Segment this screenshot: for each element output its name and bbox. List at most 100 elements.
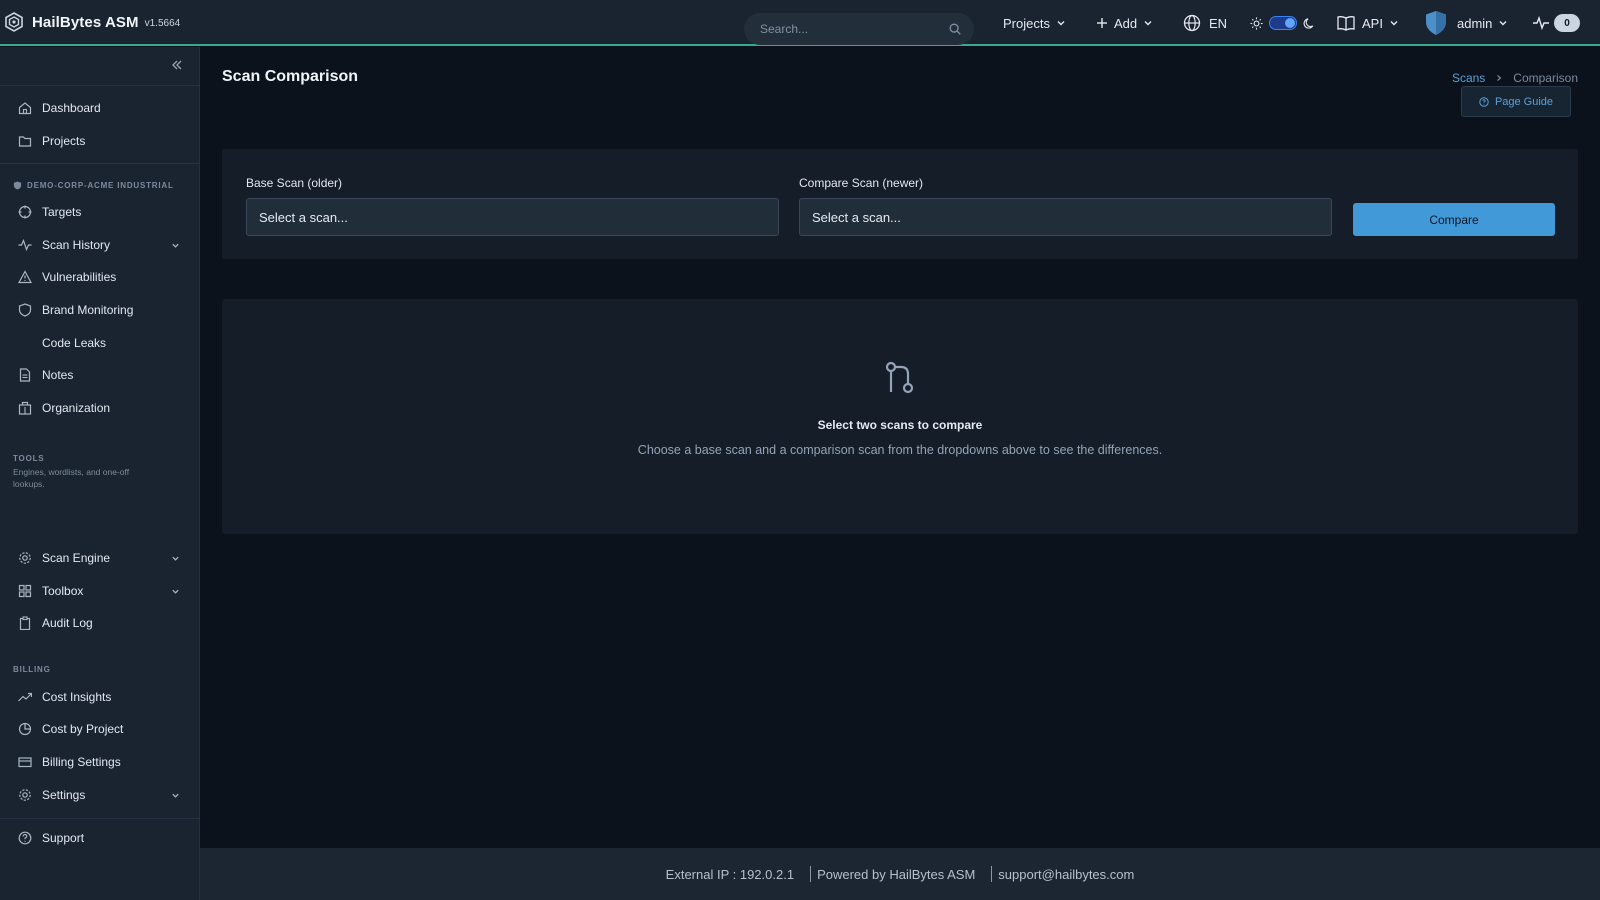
sidebar-item-audit-log[interactable]: Audit Log <box>0 608 200 638</box>
sidebar-divider <box>0 85 200 86</box>
sidebar-divider <box>0 163 200 164</box>
brand[interactable]: HailBytes ASM v1.5664 <box>0 0 180 44</box>
sidebar-divider <box>0 818 200 819</box>
billing-section-label: BILLING <box>13 665 51 674</box>
pulse-icon <box>1533 15 1549 31</box>
settings-icon <box>19 789 31 801</box>
chevron-down-icon <box>1057 21 1065 26</box>
sidebar-item-scan-history[interactable]: Scan History <box>0 230 200 260</box>
sidebar-item-code-leaks[interactable]: Code Leaks <box>0 328 200 358</box>
sun-icon <box>1250 16 1263 30</box>
sidebar-item-targets[interactable]: Targets <box>0 197 200 227</box>
sidebar-item-label: Scan Engine <box>42 551 111 565</box>
search-box <box>744 13 974 45</box>
app-version: v1.5664 <box>144 18 181 29</box>
sidebar-item-label: Vulnerabilities <box>42 270 117 284</box>
git-compare-icon <box>885 361 914 394</box>
compare-button[interactable]: Compare <box>1353 203 1555 236</box>
sidebar-item-label: Targets <box>42 205 82 219</box>
powered-by: Powered by HailBytes ASM <box>817 866 976 882</box>
language-selector[interactable]: EN <box>1183 0 1227 46</box>
sidebar-item-label: Toolbox <box>42 584 84 598</box>
sidebar-item-billing-settings[interactable]: Billing Settings <box>0 747 200 777</box>
card-icon <box>18 757 32 768</box>
compare-scan-label: Compare Scan (newer) <box>799 176 924 190</box>
sidebar-item-support[interactable]: Support <box>0 823 200 853</box>
compare-scan-select[interactable]: Select a scan... <box>799 198 1332 236</box>
sidebar-item-cost-by-project[interactable]: Cost by Project <box>0 714 200 744</box>
book-icon <box>1337 16 1355 31</box>
hexagon-logo-icon <box>5 12 23 32</box>
clipboard-icon <box>19 616 31 630</box>
user-name: admin <box>1457 15 1493 31</box>
search-input[interactable] <box>760 22 948 36</box>
collapse-sidebar-icon[interactable] <box>171 59 183 71</box>
add-dropdown[interactable]: Add <box>1096 0 1153 46</box>
sidebar-item-label: Organization <box>42 401 111 415</box>
chevron-down-icon <box>172 243 179 248</box>
sidebar-item-label: Notes <box>42 368 74 382</box>
page-guide-button[interactable]: Page Guide <box>1461 86 1571 117</box>
plus-icon <box>1097 18 1107 28</box>
sidebar-item-brand-monitoring[interactable]: Brand Monitoring <box>0 295 200 325</box>
chevron-down-icon <box>1144 21 1152 26</box>
sidebar-item-label: Cost Insights <box>42 690 112 704</box>
sidebar-item-label: Dashboard <box>42 101 101 115</box>
help-circle-icon <box>1479 96 1489 107</box>
sidebar-item-label: Brand Monitoring <box>42 303 134 317</box>
sidebar-item-organization[interactable]: Organization <box>0 393 200 423</box>
breadcrumb-current: Comparison <box>1513 71 1578 85</box>
sidebar-item-notes[interactable]: Notes <box>0 360 200 390</box>
empty-state-card <box>222 299 1578 534</box>
chevron-right-icon <box>1497 75 1502 81</box>
tools-section-heading: TOOLS <box>13 454 44 463</box>
sidebar-item-label: Billing Settings <box>42 755 121 769</box>
tools-section-label: TOOLS <box>13 454 45 463</box>
activity-icon <box>18 238 32 252</box>
trending-icon <box>18 692 32 702</box>
search-icon[interactable] <box>948 22 962 36</box>
sidebar-item-cost-insights[interactable]: Cost Insights <box>0 682 200 712</box>
chevron-down-icon <box>172 793 179 798</box>
api-dropdown[interactable]: API <box>1337 0 1399 46</box>
sidebar-item-label: Projects <box>42 134 86 148</box>
activity-indicator[interactable]: 0 <box>1532 0 1580 46</box>
warning-icon <box>18 270 32 284</box>
support-email-link[interactable]: support@hailbytes.com <box>998 867 1134 882</box>
projects-dropdown[interactable]: Projects <box>1003 0 1066 46</box>
base-scan-label: Base Scan (older) <box>246 176 343 190</box>
activity-count-badge: 0 <box>1554 14 1580 32</box>
chevron-down-icon <box>1390 21 1398 26</box>
user-menu[interactable]: admin <box>1425 0 1508 46</box>
chevron-down-icon <box>1499 21 1507 26</box>
sidebar-item-toolbox[interactable]: Toolbox <box>0 576 200 606</box>
breadcrumb: Scans Comparison <box>1452 71 1578 85</box>
sidebar-item-label: Scan History <box>42 238 111 252</box>
api-label: API <box>1362 15 1383 31</box>
billing-section-heading: BILLING <box>13 665 51 674</box>
empty-state-description: Choose a base scan and a comparison scan… <box>637 443 1163 457</box>
footer: External IP : 192.0.2.1 Powered by HailB… <box>200 848 1600 900</box>
theme-toggle[interactable] <box>1269 16 1297 30</box>
app-name: HailBytes ASM <box>32 13 139 31</box>
external-ip: External IP : 192.0.2.1 <box>665 866 795 882</box>
chevron-down-icon <box>172 589 179 594</box>
sidebar-item-dashboard[interactable]: Dashboard <box>0 93 200 123</box>
document-icon <box>19 368 31 382</box>
breadcrumb-link-scans[interactable]: Scans <box>1452 71 1485 85</box>
sidebar-item-label: Cost by Project <box>42 722 124 736</box>
theme-switch[interactable] <box>1250 0 1316 46</box>
sidebar-item-projects[interactable]: Projects <box>0 126 200 156</box>
sidebar-item-settings[interactable]: Settings <box>0 780 200 810</box>
sidebar-item-scan-engine[interactable]: Scan Engine <box>0 543 200 573</box>
tools-section-description: Engines, wordlists, and one-off lookups. <box>13 467 130 489</box>
footer-separator <box>810 866 812 882</box>
home-icon <box>18 102 32 115</box>
base-scan-select[interactable]: Select a scan... <box>246 198 779 236</box>
sidebar-item-vulnerabilities[interactable]: Vulnerabilities <box>0 262 200 292</box>
building-icon <box>18 401 32 415</box>
sidebar: Dashboard Projects DEMO-CORP-ACME INDUST… <box>0 47 200 900</box>
org-section-heading: DEMO-CORP-ACME INDUSTRIAL <box>13 181 174 190</box>
page-guide-label: Page Guide <box>1494 95 1554 108</box>
sidebar-item-label: Support <box>42 831 85 845</box>
